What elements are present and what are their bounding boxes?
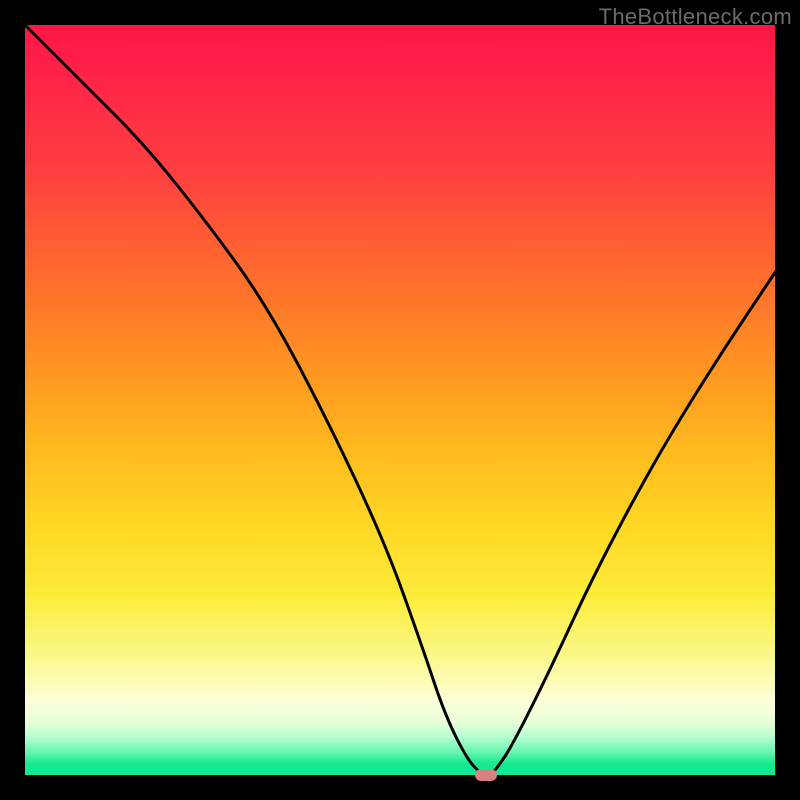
chart-frame: TheBottleneck.com (0, 0, 800, 800)
curve-path (25, 25, 775, 775)
optimal-marker (475, 769, 497, 781)
plot-area (25, 25, 775, 775)
watermark-text: TheBottleneck.com (599, 4, 792, 30)
bottleneck-curve (25, 25, 775, 775)
